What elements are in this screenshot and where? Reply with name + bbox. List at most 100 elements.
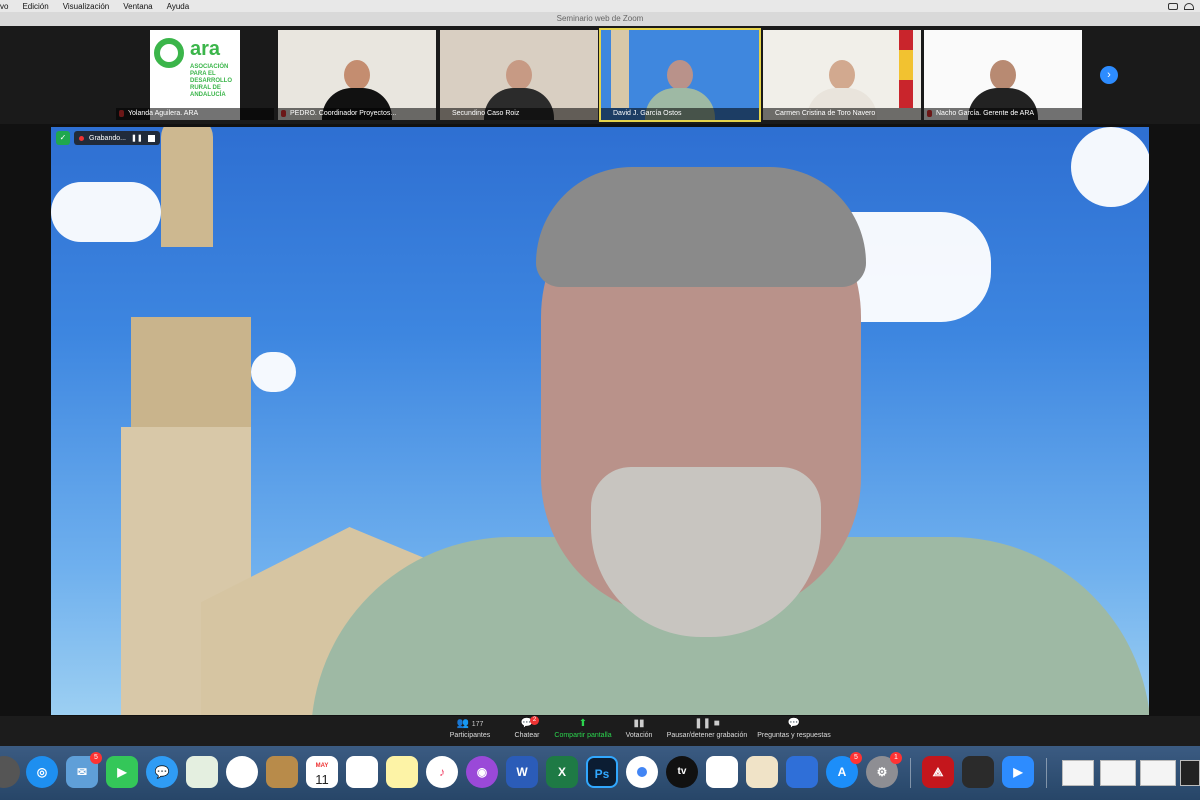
chat-button[interactable]: 💬 2 Chatear — [510, 716, 544, 744]
chat-label: Chatear — [514, 732, 540, 739]
participant-name: Nacho García. Gerente de ARA — [924, 108, 1082, 120]
word-icon[interactable]: W — [506, 756, 538, 788]
participant-name: Secundino Caso Roiz — [440, 108, 598, 120]
launchpad-icon[interactable] — [0, 756, 20, 788]
photoshop-icon[interactable]: Ps — [586, 756, 618, 788]
participant-name: Yolanda Aguilera. ARA — [116, 108, 274, 120]
qa-icon: 💬 — [787, 718, 801, 729]
menu-bar: vo Edición Visualización Ventana Ayuda — [0, 0, 1200, 12]
participant-tile[interactable]: Nacho García. Gerente de ARA — [924, 30, 1082, 120]
speaker-video — [51, 127, 1149, 715]
participant-tile[interactable]: Secundino Caso Roiz — [440, 30, 598, 120]
participants-button[interactable]: 👥 177 Participantes — [444, 718, 496, 744]
acrobat-icon[interactable]: ⟁ — [922, 756, 954, 788]
cloud — [251, 352, 296, 392]
shield-icon[interactable]: ✓ — [56, 131, 70, 145]
pause-stop-label: Pausar/detener grabación — [666, 732, 748, 739]
calendar-day: 11 — [315, 772, 329, 787]
speaker — [311, 167, 1149, 715]
ara-logo-icon — [154, 38, 184, 68]
trash-icon[interactable] — [1180, 760, 1200, 786]
notes-book-icon[interactable] — [266, 756, 298, 788]
minimized-window-thumbnail[interactable] — [1100, 760, 1136, 786]
dock-separator — [910, 758, 911, 788]
minimized-window-thumbnail[interactable] — [1140, 760, 1176, 786]
window-title: Seminario web de Zoom — [0, 12, 1200, 26]
main-video-area — [0, 124, 1200, 716]
podcasts-icon[interactable]: ◉ — [466, 756, 498, 788]
appstore-badge: 5 — [850, 752, 862, 764]
numbers-icon[interactable] — [706, 756, 738, 788]
participants-strip: ara ASOCIACIÓN PARA EL DESARROLLO RURAL … — [0, 26, 1200, 124]
poll-button[interactable]: ▮▮ Votación — [622, 718, 656, 744]
appstore-icon[interactable]: A5 — [826, 752, 862, 788]
bell-tower-belfry — [131, 317, 251, 437]
pause-stop-icon: ❚❚ ■ — [694, 718, 720, 729]
flag-spain-stripe — [899, 50, 913, 80]
ara-logo: ara ASOCIACIÓN PARA EL DESARROLLO RURAL … — [150, 30, 240, 120]
participant-name: David J. García Ostos — [601, 108, 759, 120]
participant-tile[interactable]: PEDRO. Coordinador Proyectos... — [278, 30, 436, 120]
share-screen-button[interactable]: ⬆ Compartir pantalla — [552, 718, 614, 744]
record-dot-icon — [79, 135, 84, 141]
screen-icon[interactable] — [1168, 2, 1178, 10]
photos-icon[interactable] — [226, 756, 258, 788]
pause-recording-icon[interactable]: ❚❚ — [131, 134, 143, 142]
cloud — [51, 182, 161, 242]
chrome-icon[interactable] — [626, 756, 658, 788]
recording-label: Grabando... — [89, 134, 126, 142]
participant-tile[interactable]: Carmen Cristina de Toro Navero — [763, 30, 921, 120]
participant-tile-active[interactable]: David J. García Ostos — [599, 28, 761, 122]
participants-label: Participantes — [449, 732, 491, 739]
participant-name: PEDRO. Coordinador Proyectos... — [278, 108, 436, 120]
share-screen-icon: ⬆ — [578, 718, 588, 729]
bell-tower-top — [161, 127, 213, 247]
excel-icon[interactable]: X — [546, 756, 578, 788]
keynote-icon[interactable] — [786, 756, 818, 788]
participant-tile[interactable]: ara ASOCIACIÓN PARA EL DESARROLLO RURAL … — [116, 30, 274, 120]
ara-logo-text: ara — [190, 38, 221, 60]
participants-count: 177 — [471, 721, 484, 728]
meeting-toolbar: 👥 177 Participantes 💬 2 Chatear ⬆ Compar… — [0, 716, 1200, 746]
qa-button[interactable]: 💬 Preguntas y respuestas — [756, 718, 832, 744]
calendar-icon[interactable]: MAY 11 — [306, 756, 338, 788]
system-preferences-icon[interactable]: ⚙ 1 — [866, 752, 902, 788]
settings-badge: 1 — [890, 752, 902, 764]
menu-view[interactable]: Visualización — [63, 2, 110, 11]
menu-help[interactable]: Ayuda — [167, 2, 190, 11]
pause-stop-recording-button[interactable]: ❚❚ ■ Pausar/detener grabación — [664, 718, 750, 744]
poll-icon: ▮▮ — [633, 718, 645, 729]
messages-icon[interactable]: 💬 — [146, 756, 178, 788]
recording-pill: Grabando... ❚❚ — [74, 131, 160, 145]
zoom-icon[interactable]: ▶ — [1002, 756, 1034, 788]
minimized-window-thumbnail[interactable] — [1062, 760, 1094, 786]
menu-extras — [1168, 2, 1194, 10]
facetime-icon[interactable]: ▶ — [106, 756, 138, 788]
maps-icon[interactable] — [186, 756, 218, 788]
poll-label: Votación — [625, 732, 653, 739]
calendar-month: MAY — [315, 763, 329, 769]
reminders-icon[interactable] — [346, 756, 378, 788]
share-screen-label: Compartir pantalla — [554, 732, 612, 739]
safari-icon[interactable]: ◎ — [26, 756, 58, 788]
appletv-icon[interactable]: tv — [666, 756, 698, 788]
menu-file[interactable]: vo — [0, 2, 8, 11]
music-icon[interactable]: ♪ — [426, 756, 458, 788]
dock: ◎ ✉ 5 ▶ 💬 MAY 11 ♪ ◉ W X Ps tv A5 ⚙ 1 ⟁ ▶ — [0, 746, 1200, 800]
tower-thumb — [611, 30, 629, 108]
mail-icon[interactable]: ✉ 5 — [66, 752, 102, 788]
mail-badge: 5 — [90, 752, 102, 764]
qa-label: Preguntas y respuestas — [757, 732, 831, 739]
menu-window[interactable]: Ventana — [123, 2, 152, 11]
diskutility-icon[interactable] — [962, 756, 994, 788]
participants-icon: 👥 177 — [456, 718, 484, 729]
recording-indicator: ✓ Grabando... ❚❚ — [56, 131, 160, 145]
stop-recording-icon[interactable] — [147, 134, 155, 142]
pages-icon[interactable] — [746, 756, 778, 788]
chat-badge: 2 — [530, 716, 539, 725]
notes-icon[interactable] — [386, 756, 418, 788]
dock-separator — [1046, 758, 1047, 788]
menu-edit[interactable]: Edición — [22, 2, 48, 11]
next-page-arrow-icon[interactable]: › — [1100, 66, 1118, 84]
wifi-icon[interactable] — [1184, 2, 1194, 10]
